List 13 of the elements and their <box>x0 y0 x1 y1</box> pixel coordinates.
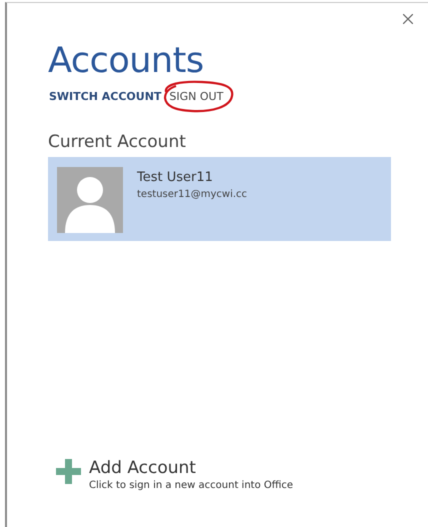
close-icon <box>403 14 413 24</box>
close-button[interactable] <box>401 12 415 26</box>
account-email: testuser11@mycwi.cc <box>137 188 248 202</box>
section-heading: Current Account <box>48 131 187 153</box>
add-account-link[interactable]: Add Account <box>89 458 294 479</box>
nav-link[interactable]: SIGN OUT <box>168 89 224 105</box>
plus-icon <box>56 459 81 484</box>
account-card[interactable]: Test User11 testuser11@mycwi.cc <box>48 157 391 241</box>
account-name: Test User11 <box>137 169 214 187</box>
add-account-description: Click to sign in a new account into Office <box>89 479 294 493</box>
page-title: Accounts <box>48 40 205 83</box>
avatar-placeholder <box>57 167 123 233</box>
nav-link[interactable]: SWITCH ACCOUNT <box>48 89 162 105</box>
